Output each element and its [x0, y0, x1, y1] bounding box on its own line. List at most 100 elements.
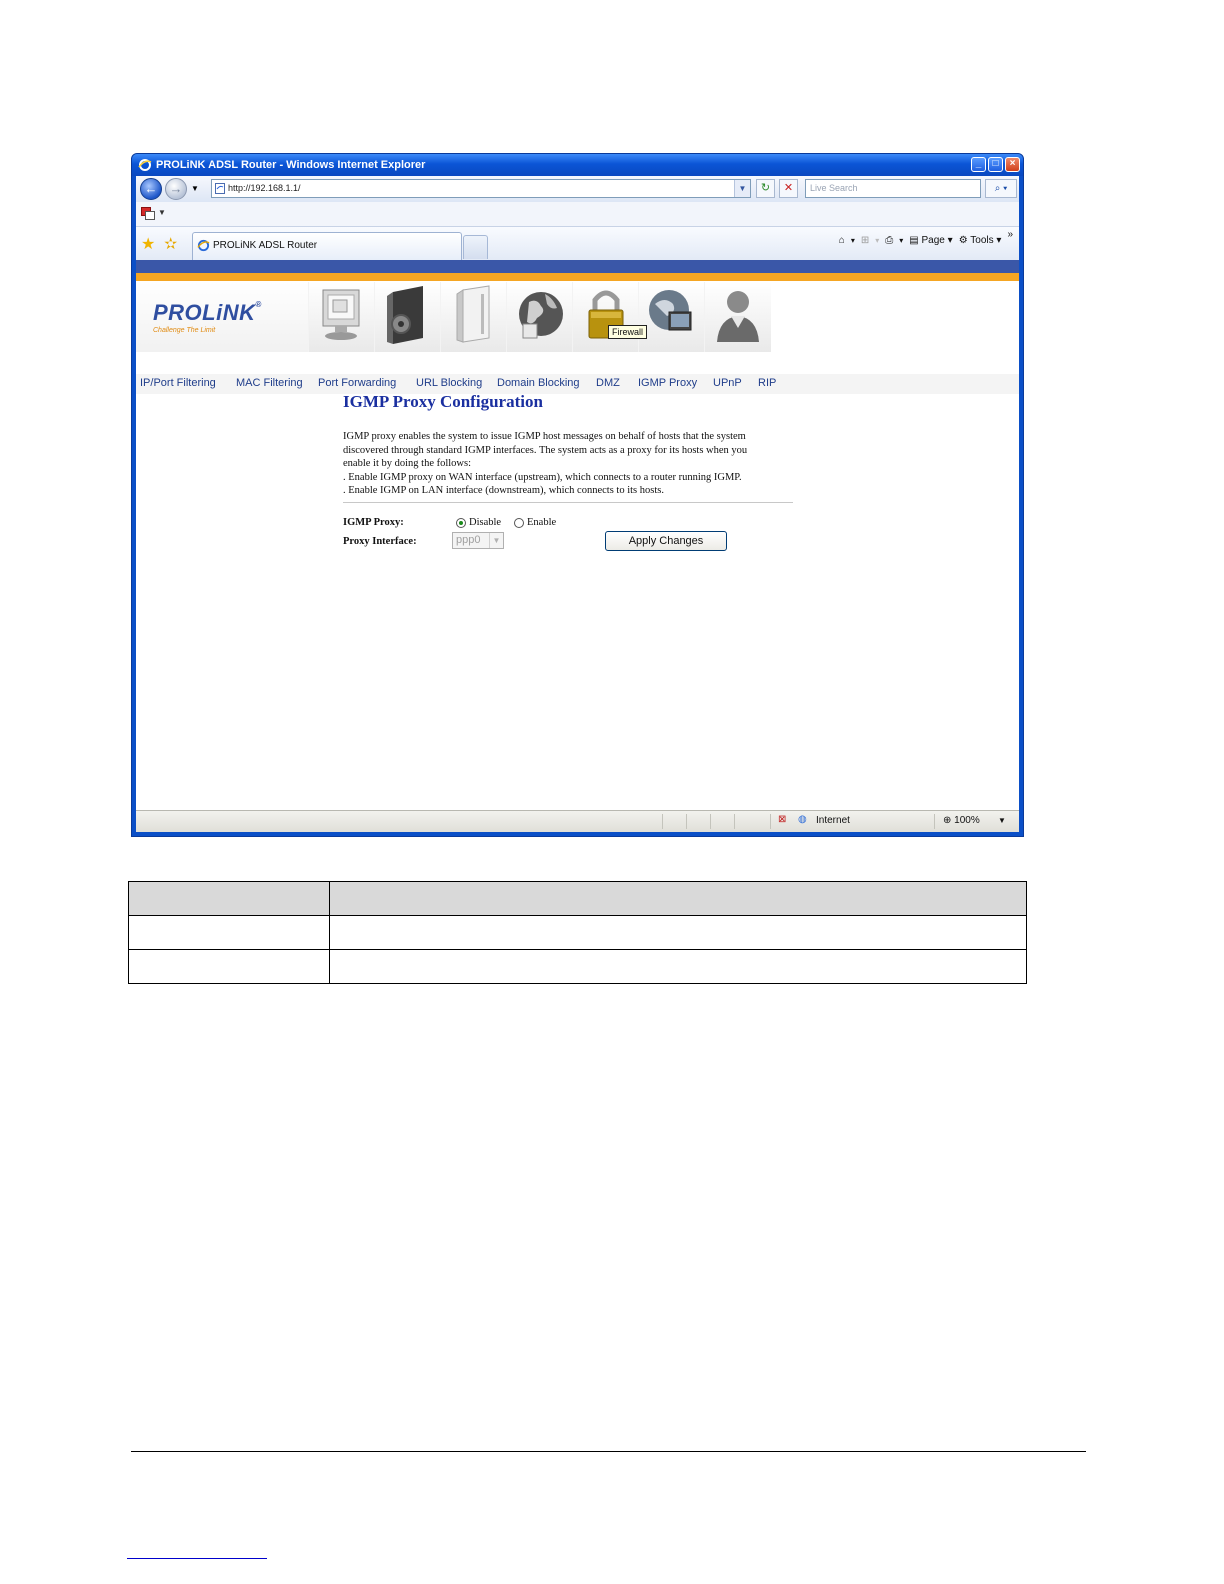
nav-status[interactable]: [308, 282, 375, 352]
firewall-submenu: IP/Port Filtering MAC Filtering Port For…: [136, 374, 1019, 394]
advanced-icon: [456, 285, 490, 343]
logo-wordmark: PROLiNK®: [153, 300, 262, 326]
new-tab-button[interactable]: [463, 235, 488, 259]
igmp-proxy-label: IGMP Proxy:: [343, 517, 404, 528]
description-line: discovered through standard IGMP interfa…: [343, 444, 748, 456]
status-bar: ⊠ ◍ Internet ⊕ 100% ▼: [136, 810, 1019, 832]
zone-label: Internet: [816, 815, 850, 826]
address-dropdown-icon[interactable]: ▼: [734, 180, 750, 197]
favorites-star-icon[interactable]: ★: [141, 234, 155, 254]
nav-setup[interactable]: [374, 282, 441, 352]
print-icon[interactable]: ⎙: [885, 235, 893, 246]
minimize-button[interactable]: _: [971, 157, 986, 172]
tab-prolink-router[interactable]: PROLiNK ADSL Router: [192, 232, 462, 260]
back-button[interactable]: ←: [140, 178, 162, 200]
status-icon: [322, 289, 360, 340]
status-separator: [686, 814, 687, 829]
description-line: . Enable IGMP proxy on WAN interface (up…: [343, 471, 742, 483]
page-content: PROLiNK® Challenge The Limit Firewall IP…: [136, 260, 1019, 811]
home-icon[interactable]: ⌂: [839, 235, 845, 246]
parameter-table: [128, 881, 1027, 984]
submenu-domain-blocking[interactable]: Domain Blocking: [497, 377, 580, 389]
select-chevron-down-icon: ▼: [489, 533, 503, 548]
submenu-port-forwarding[interactable]: Port Forwarding: [318, 377, 396, 389]
table-row: [128, 915, 1027, 950]
description-line: enable it by doing the follows:: [343, 458, 472, 469]
firewall-tooltip: Firewall: [608, 325, 648, 339]
print-dropdown-icon[interactable]: ▾: [899, 236, 903, 245]
nav-admin[interactable]: [704, 282, 771, 352]
search-icon: ⌕: [994, 183, 1001, 194]
search-placeholder: Live Search: [810, 183, 858, 193]
zoom-level: 100%: [954, 815, 980, 826]
header-stripe-blue: [136, 260, 1019, 273]
history-dropdown-icon[interactable]: ▼: [191, 184, 199, 193]
enable-radio-label: Enable: [527, 517, 557, 528]
tools-menu[interactable]: ⚙ Tools ▾: [959, 235, 1002, 246]
tab-label: PROLiNK ADSL Router: [213, 240, 318, 251]
address-input[interactable]: http://192.168.1.1/ ▼: [211, 179, 751, 198]
feeds-icon[interactable]: ⊞: [861, 235, 869, 246]
config-description: IGMP proxy enables the system to issue I…: [343, 430, 783, 498]
ie-logo-icon: [138, 159, 152, 171]
disable-radio[interactable]: [456, 518, 466, 528]
page-menu-icon: ▤: [909, 235, 919, 246]
proxy-interface-value: ppp0: [456, 534, 481, 546]
proxy-interface-label: Proxy Interface:: [343, 536, 417, 547]
submenu-url-blocking[interactable]: URL Blocking: [416, 377, 482, 389]
status-separator: [770, 814, 771, 829]
search-button[interactable]: ⌕ ▾: [985, 179, 1017, 198]
stop-button[interactable]: ✕: [779, 179, 798, 198]
protected-mode-icon[interactable]: ⊠: [778, 814, 786, 825]
table-row: [128, 949, 1027, 984]
home-dropdown-icon[interactable]: ▾: [851, 236, 855, 245]
nav-advanced[interactable]: [440, 282, 507, 352]
window-controls: _ □ ×: [971, 157, 1020, 172]
links-dropdown-icon[interactable]: ▼: [158, 208, 166, 217]
footer-rule: [131, 1451, 1086, 1452]
forward-button[interactable]: →: [165, 178, 187, 200]
status-separator: [710, 814, 711, 829]
nav-maintenance[interactable]: [638, 282, 705, 352]
table-header-row: [128, 881, 1027, 916]
nav-service[interactable]: [506, 282, 573, 352]
zoom-control[interactable]: ⊕ 100%: [943, 815, 980, 826]
zoom-dropdown-icon[interactable]: ▼: [998, 816, 1006, 825]
translate-icon[interactable]: [141, 207, 155, 220]
maximize-button[interactable]: □: [988, 157, 1003, 172]
status-separator: [934, 814, 935, 829]
submenu-dmz[interactable]: DMZ: [596, 377, 620, 389]
tools-menu-label: Tools: [970, 235, 994, 246]
page-menu-label: Page: [921, 235, 945, 246]
close-button[interactable]: ×: [1005, 157, 1020, 172]
enable-radio[interactable]: [514, 518, 524, 528]
submenu-upnp[interactable]: UPnP: [713, 377, 742, 389]
footnote-rule: [127, 1558, 267, 1559]
overflow-chevron-icon[interactable]: »: [1007, 229, 1013, 240]
feeds-dropdown-icon[interactable]: ▾: [875, 236, 879, 245]
refresh-button[interactable]: ↻: [756, 179, 775, 198]
submenu-rip[interactable]: RIP: [758, 377, 776, 389]
nav-firewall[interactable]: [572, 282, 639, 352]
admin-icon: [717, 291, 759, 342]
tools-gear-icon: ⚙: [958, 235, 968, 246]
page-icon: [215, 183, 225, 194]
table-cell: [329, 915, 1027, 950]
status-separator: [734, 814, 735, 829]
registered-mark: ®: [255, 300, 262, 309]
proxy-interface-select[interactable]: ppp0 ▼: [452, 532, 504, 549]
table-cell: [128, 949, 330, 984]
add-favorite-icon[interactable]: ✫: [164, 234, 177, 254]
search-input[interactable]: Live Search: [805, 179, 981, 198]
browser-window: PROLiNK ADSL Router - Windows Internet E…: [131, 153, 1024, 837]
page-menu[interactable]: ▤ Page ▾: [909, 235, 952, 246]
submenu-mac-filtering[interactable]: MAC Filtering: [236, 377, 303, 389]
browser-client: ← → ▼ http://192.168.1.1/ ▼ ↻ ✕ Live Sea…: [136, 176, 1019, 832]
submenu-ip-port-filtering[interactable]: IP/Port Filtering: [140, 377, 216, 389]
maintenance-icon: [649, 290, 692, 331]
header-stripe-orange: [136, 273, 1019, 281]
tab-ie-icon: [197, 239, 210, 252]
command-bar: ⌂ ▾ ⊞ ▾ ⎙ ▾ ▤ Page ▾ ⚙ Tools ▾ »: [839, 229, 1013, 246]
apply-changes-button[interactable]: Apply Changes: [605, 531, 727, 551]
submenu-igmp-proxy[interactable]: IGMP Proxy: [638, 377, 697, 389]
